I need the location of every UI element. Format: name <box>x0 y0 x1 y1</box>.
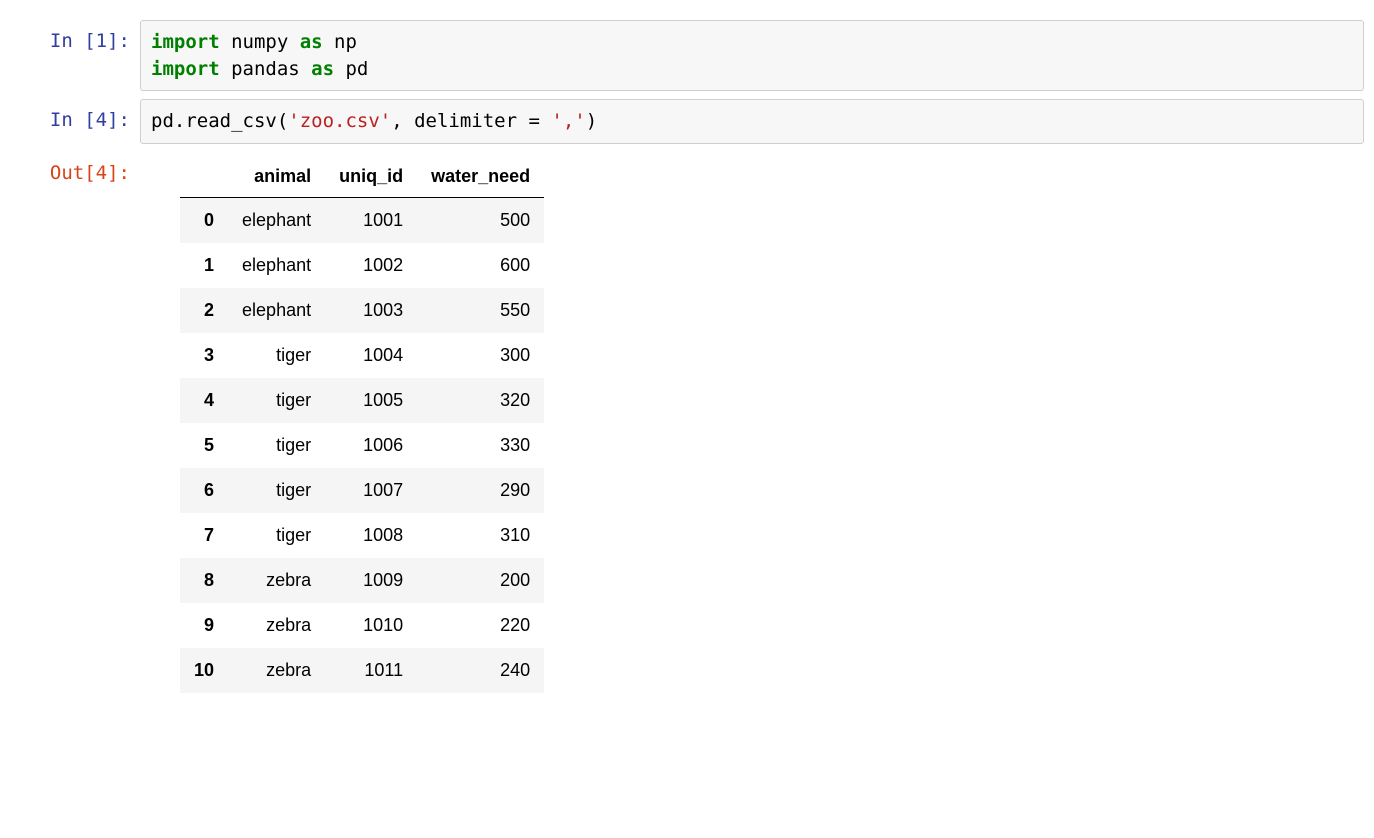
table-row: 0elephant1001500 <box>180 197 544 243</box>
table-cell: zebra <box>228 648 325 693</box>
code-text: pandas <box>220 58 312 80</box>
table-row: 7tiger1008310 <box>180 513 544 558</box>
row-index: 1 <box>180 243 228 288</box>
table-row: 10zebra1011240 <box>180 648 544 693</box>
table-cell: 240 <box>417 648 544 693</box>
row-index: 6 <box>180 468 228 513</box>
code-text: pd.read_csv( <box>151 110 288 132</box>
output-prompt: Out[4]: <box>10 152 140 187</box>
table-header-col: water_need <box>417 156 544 198</box>
table-cell: tiger <box>228 513 325 558</box>
keyword-import: import <box>151 31 220 53</box>
row-index: 0 <box>180 197 228 243</box>
table-cell: elephant <box>228 243 325 288</box>
row-index: 3 <box>180 333 228 378</box>
dataframe-table: animal uniq_id water_need 0elephant10015… <box>180 156 544 693</box>
table-row: 9zebra1010220 <box>180 603 544 648</box>
code-text: numpy <box>220 31 300 53</box>
table-cell: 1004 <box>325 333 417 378</box>
table-cell: 330 <box>417 423 544 468</box>
code-text: pd <box>334 58 368 80</box>
table-cell: 320 <box>417 378 544 423</box>
table-cell: 1009 <box>325 558 417 603</box>
keyword-as: as <box>311 58 334 80</box>
input-prompt: In [4]: <box>10 99 140 134</box>
table-row: 8zebra1009200 <box>180 558 544 603</box>
table-cell: tiger <box>228 468 325 513</box>
table-row: 1elephant1002600 <box>180 243 544 288</box>
table-cell: 1010 <box>325 603 417 648</box>
code-text: np <box>323 31 357 53</box>
keyword-as: as <box>300 31 323 53</box>
table-cell: tiger <box>228 378 325 423</box>
table-cell: 200 <box>417 558 544 603</box>
row-index: 7 <box>180 513 228 558</box>
table-header-col: animal <box>228 156 325 198</box>
string-literal: ',' <box>551 110 585 132</box>
row-index: 2 <box>180 288 228 333</box>
table-cell: 1007 <box>325 468 417 513</box>
table-row: 6tiger1007290 <box>180 468 544 513</box>
table-cell: 1005 <box>325 378 417 423</box>
row-index: 9 <box>180 603 228 648</box>
table-cell: elephant <box>228 288 325 333</box>
table-cell: elephant <box>228 197 325 243</box>
table-cell: 1003 <box>325 288 417 333</box>
code-text: ) <box>586 110 597 132</box>
table-cell: 600 <box>417 243 544 288</box>
table-cell: 1006 <box>325 423 417 468</box>
table-cell: 1008 <box>325 513 417 558</box>
table-cell: 500 <box>417 197 544 243</box>
table-header-index <box>180 156 228 198</box>
keyword-import: import <box>151 58 220 80</box>
table-row: 4tiger1005320 <box>180 378 544 423</box>
table-cell: 310 <box>417 513 544 558</box>
table-cell: tiger <box>228 333 325 378</box>
code-cell: In [4]: pd.read_csv('zoo.csv', delimiter… <box>10 99 1364 144</box>
table-cell: 550 <box>417 288 544 333</box>
code-cell: In [1]: import numpy as np import pandas… <box>10 20 1364 91</box>
table-cell: zebra <box>228 558 325 603</box>
row-index: 8 <box>180 558 228 603</box>
table-row: 3tiger1004300 <box>180 333 544 378</box>
table-cell: tiger <box>228 423 325 468</box>
table-row: 5tiger1006330 <box>180 423 544 468</box>
table-cell: zebra <box>228 603 325 648</box>
table-cell: 1002 <box>325 243 417 288</box>
row-index: 4 <box>180 378 228 423</box>
table-cell: 1011 <box>325 648 417 693</box>
input-prompt: In [1]: <box>10 20 140 55</box>
table-cell: 300 <box>417 333 544 378</box>
table-header-col: uniq_id <box>325 156 417 198</box>
code-input[interactable]: import numpy as np import pandas as pd <box>140 20 1364 91</box>
table-cell: 220 <box>417 603 544 648</box>
code-text: , delimiter = <box>391 110 551 132</box>
row-index: 10 <box>180 648 228 693</box>
string-literal: 'zoo.csv' <box>288 110 391 132</box>
table-row: 2elephant1003550 <box>180 288 544 333</box>
row-index: 5 <box>180 423 228 468</box>
table-cell: 1001 <box>325 197 417 243</box>
output-cell: Out[4]: animal uniq_id water_need 0eleph… <box>10 152 1364 693</box>
output-area: animal uniq_id water_need 0elephant10015… <box>140 152 1364 693</box>
code-input[interactable]: pd.read_csv('zoo.csv', delimiter = ',') <box>140 99 1364 144</box>
table-cell: 290 <box>417 468 544 513</box>
table-header-row: animal uniq_id water_need <box>180 156 544 198</box>
